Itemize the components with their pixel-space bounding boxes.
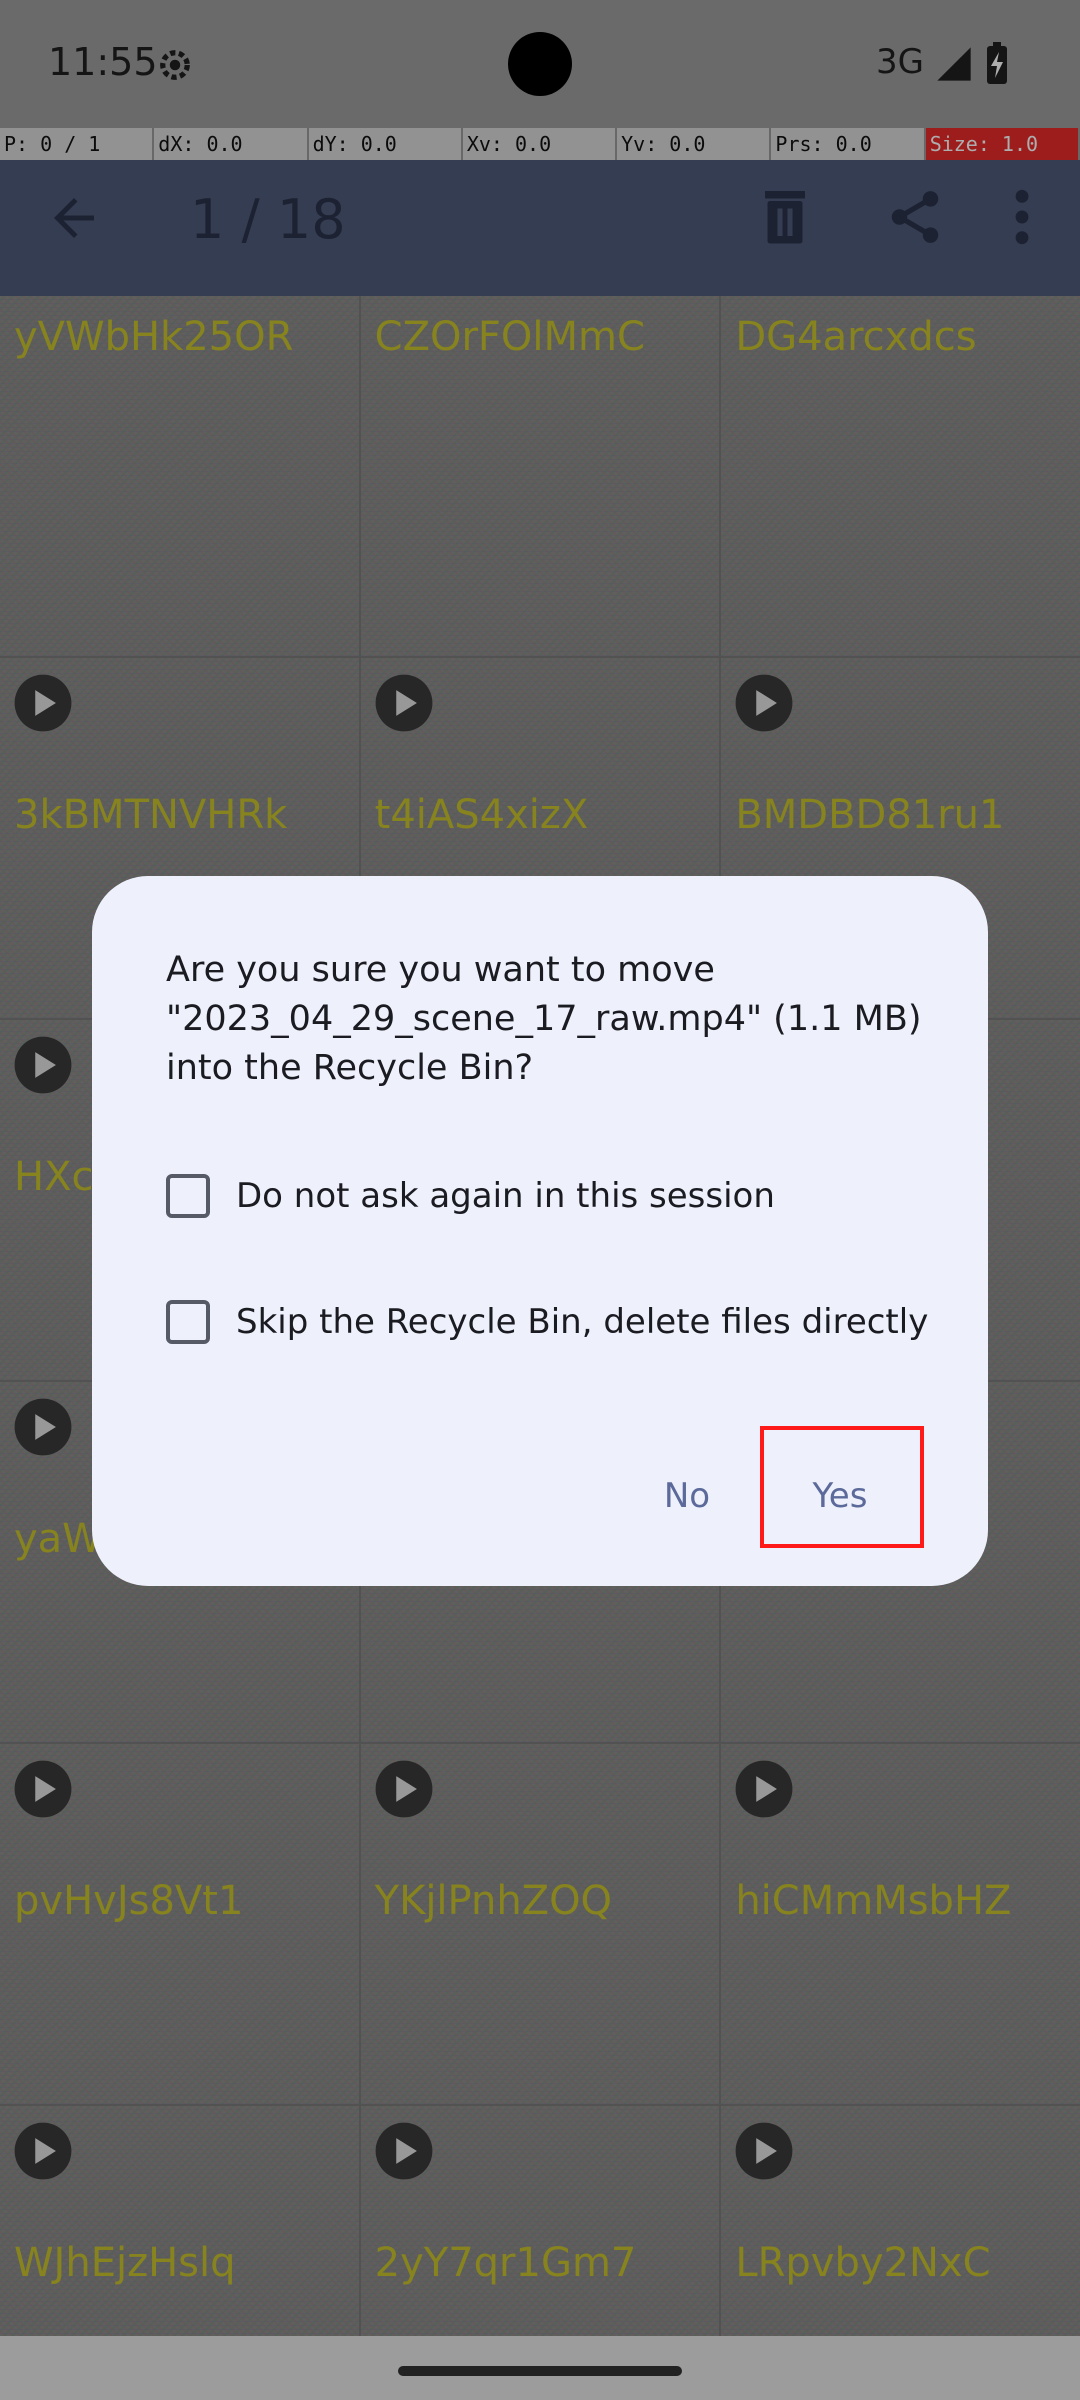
checkbox-unchecked-icon[interactable] bbox=[166, 1174, 210, 1218]
checkbox-label: Skip the Recycle Bin, delete files direc… bbox=[236, 1302, 929, 1342]
home-gesture-pill[interactable] bbox=[398, 2366, 682, 2376]
do-not-ask-checkbox[interactable]: Do not ask again in this session bbox=[166, 1174, 775, 1218]
yes-button-highlight bbox=[760, 1426, 924, 1548]
skip-recycle-bin-checkbox[interactable]: Skip the Recycle Bin, delete files direc… bbox=[166, 1300, 928, 1344]
no-button[interactable]: No bbox=[622, 1436, 752, 1556]
checkbox-label: Do not ask again in this session bbox=[236, 1176, 775, 1216]
checkbox-unchecked-icon[interactable] bbox=[166, 1300, 210, 1344]
navigation-bar bbox=[0, 2336, 1080, 2400]
dialog-message: Are you sure you want to move "2023_04_2… bbox=[166, 950, 922, 1088]
